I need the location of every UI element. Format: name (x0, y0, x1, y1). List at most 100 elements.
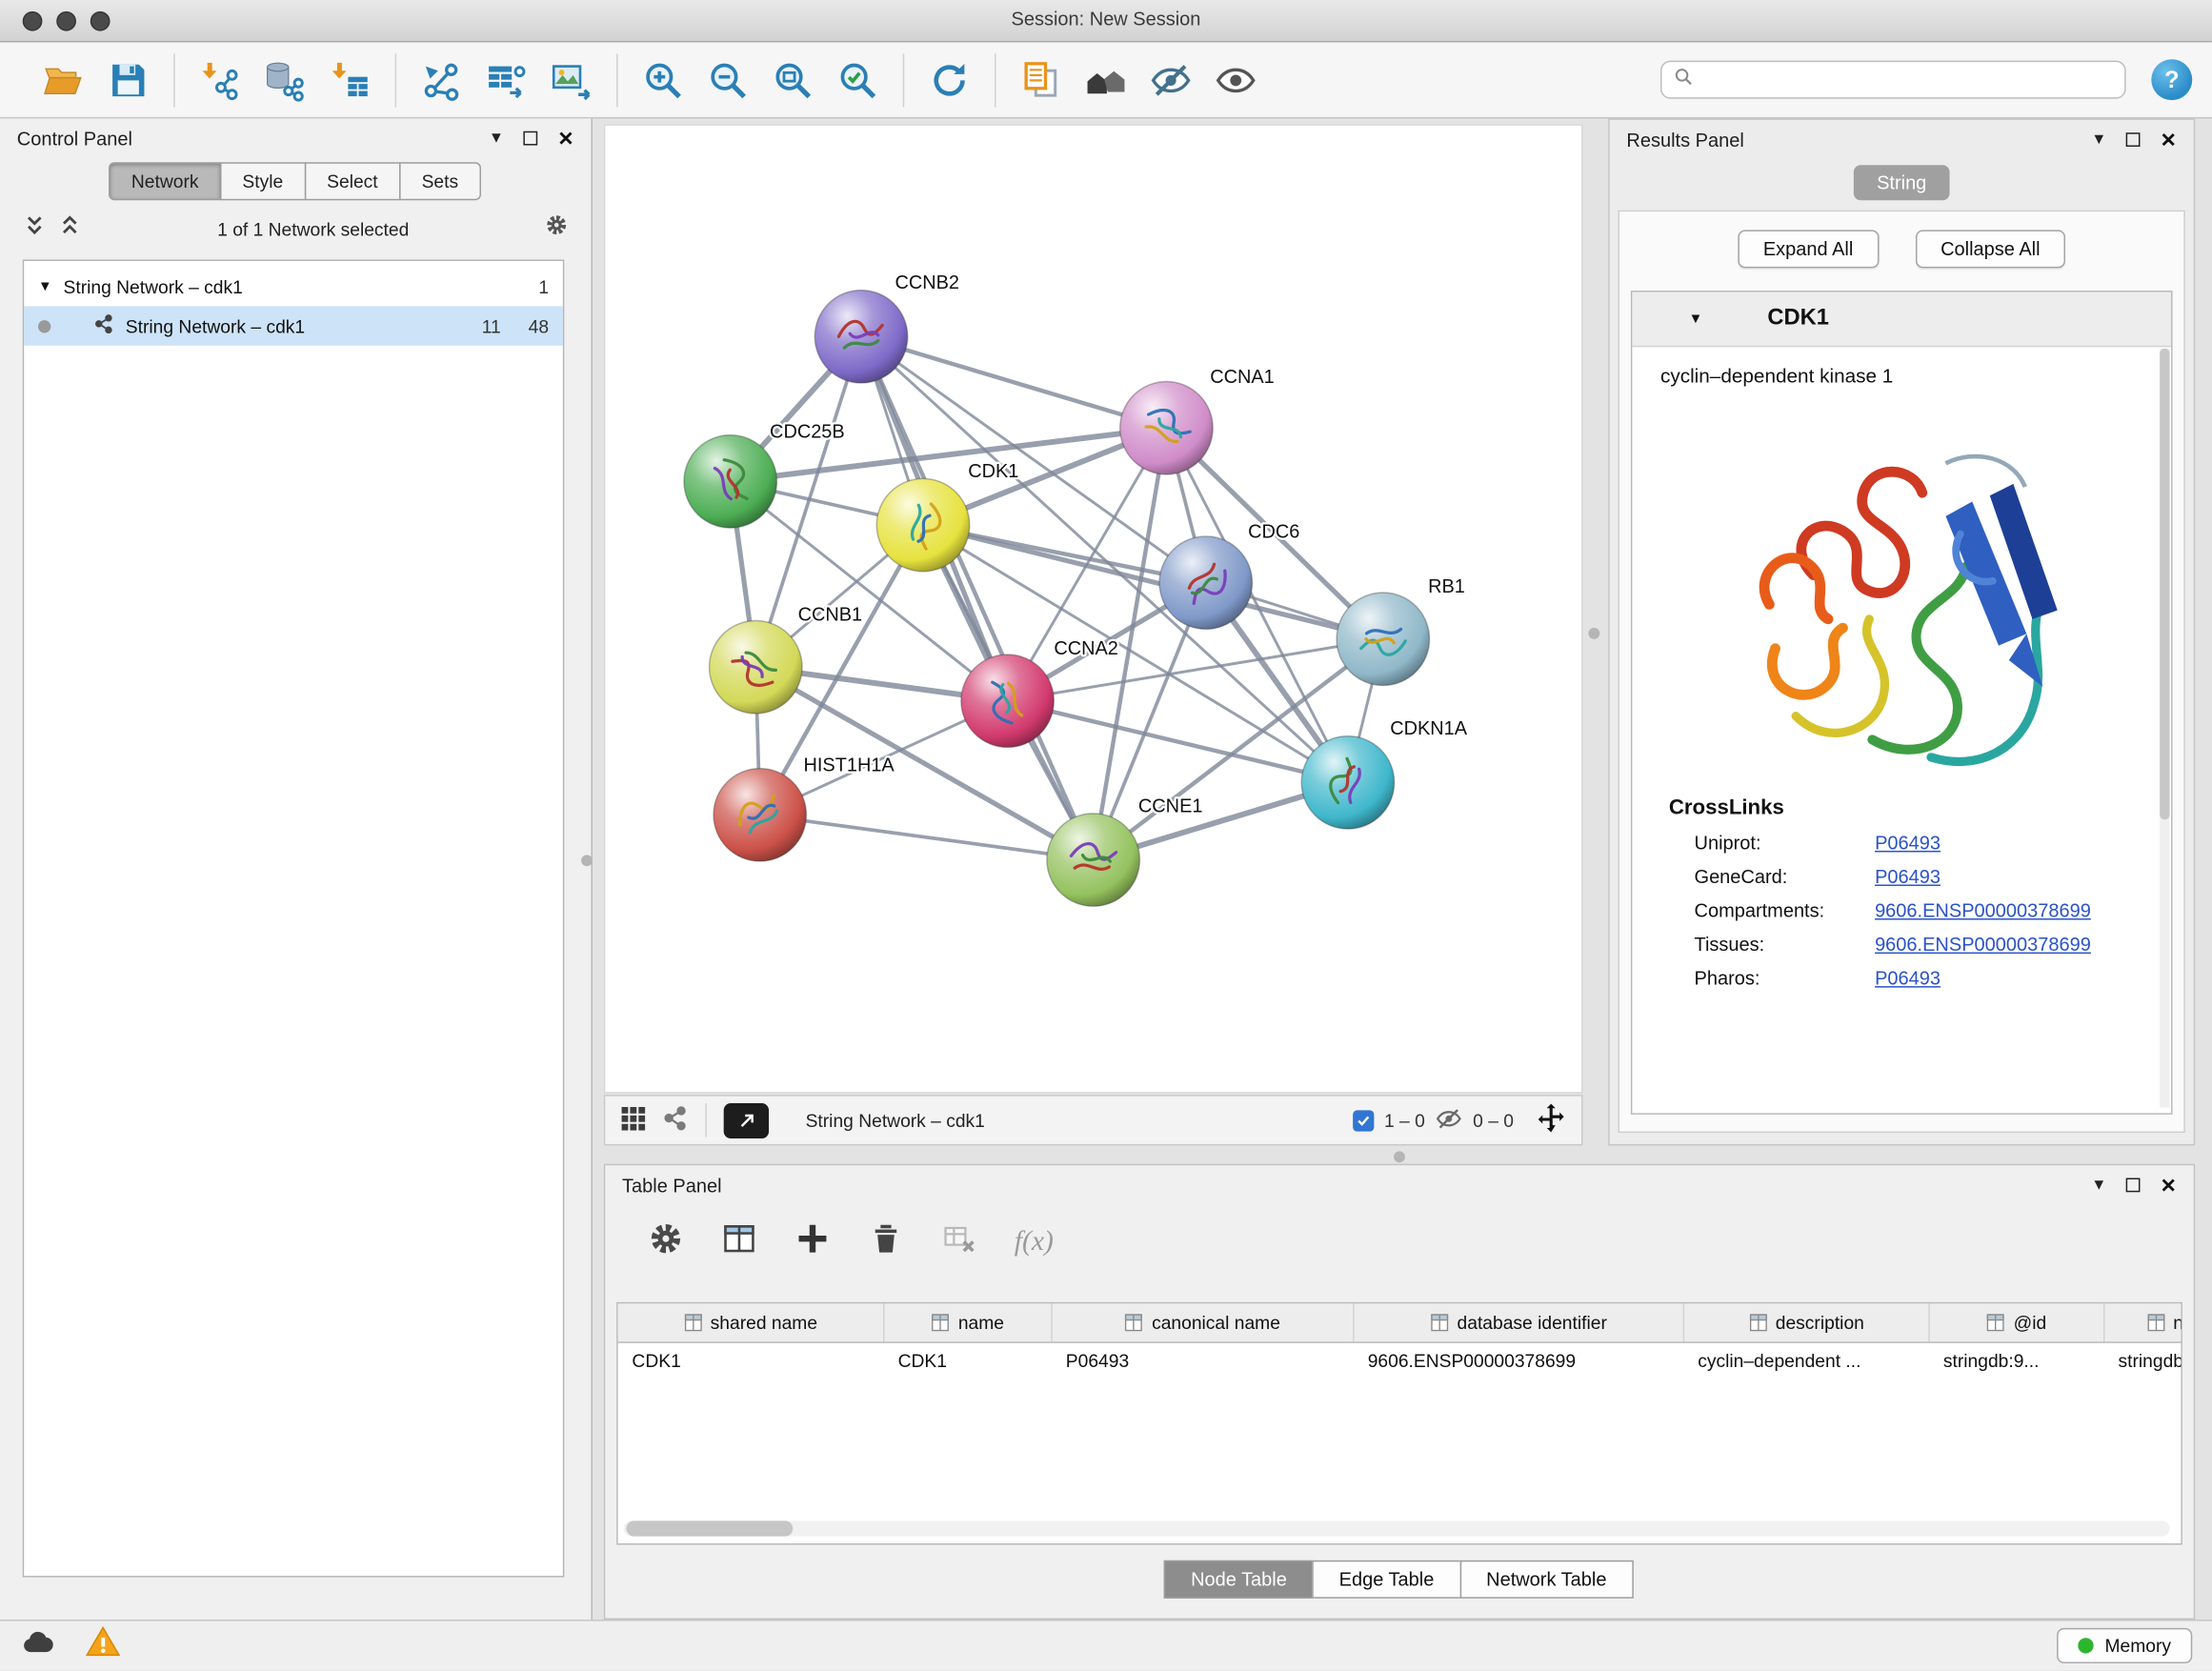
panel-float-icon[interactable] (2126, 132, 2141, 147)
memory-button[interactable]: Memory (2057, 1628, 2192, 1663)
tree-expander-icon[interactable]: ▼ (38, 278, 52, 293)
table-cell[interactable]: 9606.ENSP00000378699 (1354, 1342, 1684, 1379)
cloud-icon[interactable] (20, 1623, 57, 1667)
network-table-button[interactable] (474, 50, 539, 110)
column-header-canonical-name[interactable]: canonical name (1052, 1303, 1354, 1342)
tab-network-table[interactable]: Network Table (1459, 1560, 1634, 1599)
network-node-cdc25b[interactable]: CDC25B (684, 422, 845, 528)
tab-edge-table[interactable]: Edge Table (1313, 1560, 1461, 1599)
collapse-all-button[interactable]: Collapse All (1915, 230, 2065, 268)
save-session-button[interactable] (96, 50, 161, 110)
crosslink-link[interactable]: P06493 (1875, 833, 1941, 854)
help-button[interactable]: ? (2151, 59, 2192, 100)
apply-layout-button[interactable] (917, 50, 982, 110)
delete-column-icon[interactable] (868, 1219, 905, 1263)
new-network-button[interactable] (409, 50, 473, 110)
function-builder-icon[interactable]: f(x) (1015, 1225, 1054, 1258)
network-node-hist1h1a[interactable]: HIST1H1A (714, 755, 895, 861)
select-columns-icon[interactable] (721, 1219, 758, 1263)
search-input[interactable] (1702, 68, 2113, 91)
gear-icon[interactable] (545, 213, 569, 245)
copy-document-button[interactable] (1009, 50, 1074, 110)
zoom-selected-button[interactable] (825, 50, 890, 110)
panel-float-icon[interactable] (524, 131, 538, 146)
table-cell[interactable]: stringdb:9... (1929, 1342, 2104, 1379)
table-cell[interactable]: cyclin–dependent ... (1683, 1342, 1929, 1379)
panel-collapse-icon[interactable]: ▼ (2091, 131, 2106, 147)
network-row[interactable]: String Network – cdk1 11 48 (24, 306, 563, 345)
tab-sets[interactable]: Sets (399, 162, 481, 200)
table-cell[interactable]: CDK1 (884, 1342, 1052, 1379)
tab-style[interactable]: Style (220, 162, 306, 200)
pan-tool-icon[interactable] (1535, 1102, 1567, 1139)
horizontal-splitter-handle[interactable] (1394, 1151, 1405, 1162)
table-cell[interactable]: P06493 (1052, 1342, 1354, 1379)
birdseye-view-icon[interactable] (619, 1104, 648, 1137)
hidden-eye-icon[interactable] (1435, 1104, 1463, 1137)
network-node-cdkn1a[interactable]: CDKN1A (1301, 718, 1468, 829)
network-node-ccnb1[interactable]: CCNB1 (710, 605, 863, 714)
table-horizontal-scrollbar[interactable] (624, 1520, 2170, 1536)
hide-selected-button[interactable] (1138, 50, 1203, 110)
selected-checkbox-icon[interactable] (1353, 1110, 1374, 1131)
tab-select[interactable]: Select (304, 162, 400, 200)
tab-string[interactable]: String (1854, 165, 1949, 200)
network-share-icon[interactable] (662, 1105, 689, 1137)
column-header-database-identifier[interactable]: database identifier (1354, 1303, 1684, 1342)
panel-collapse-icon[interactable]: ▼ (2091, 1178, 2106, 1193)
results-scrollbar[interactable] (2160, 349, 2169, 1108)
column-header-shared-name[interactable]: shared name (618, 1303, 884, 1342)
column-header-description[interactable]: description (1683, 1303, 1929, 1342)
section-expander-icon[interactable]: ▼ (1689, 312, 1703, 327)
table-row[interactable]: CDK1CDK1P064939606.ENSP00000378699cyclin… (618, 1342, 2182, 1379)
table-cell[interactable]: stringdb (2104, 1342, 2182, 1379)
table-panel-title: Table Panel (622, 1175, 721, 1196)
column-header-namespac[interactable]: namespac (2104, 1303, 2182, 1342)
import-network-database-button[interactable] (252, 50, 317, 110)
create-column-icon[interactable] (794, 1219, 832, 1263)
show-all-button[interactable] (1203, 50, 1268, 110)
tab-node-table[interactable]: Node Table (1164, 1560, 1314, 1599)
panel-close-icon[interactable]: ✕ (557, 129, 573, 149)
zoom-fit-button[interactable] (760, 50, 825, 110)
network-collection-row[interactable]: ▼ String Network – cdk1 1 (24, 267, 563, 306)
panel-close-icon[interactable]: ✕ (2161, 1176, 2177, 1196)
gene-section-header[interactable]: ▼ CDK1 (1632, 292, 2171, 348)
network-node-ccnb2[interactable]: CCNB2 (814, 272, 959, 383)
import-table-button[interactable] (317, 50, 382, 110)
network-canvas-container[interactable]: CCNB2CCNA1CDC25BCDK1CDC6RB1CCNB1CCNA2CDK… (604, 124, 1583, 1093)
crosslink-link[interactable]: 9606.ENSP00000378699 (1875, 900, 2091, 921)
table-settings-gear-icon[interactable] (648, 1219, 685, 1263)
panel-collapse-icon[interactable]: ▼ (489, 131, 504, 146)
network-node-cdk1[interactable]: CDK1 (876, 461, 1018, 572)
column-header--id[interactable]: @id (1929, 1303, 2104, 1342)
network-node-ccna1[interactable]: CCNA1 (1120, 367, 1275, 474)
crosslink-link[interactable]: P06493 (1875, 968, 1941, 989)
expand-all-tree-icon[interactable] (23, 213, 47, 245)
network-edges[interactable] (731, 336, 1383, 859)
collapse-all-tree-icon[interactable] (58, 213, 82, 245)
open-in-new-icon[interactable] (724, 1102, 769, 1137)
right-splitter-handle[interactable] (1588, 628, 1599, 639)
export-image-button[interactable] (539, 50, 604, 110)
left-splitter-handle[interactable] (581, 855, 593, 866)
tab-network[interactable]: Network (109, 162, 221, 200)
warning-icon[interactable] (85, 1623, 122, 1667)
expand-all-button[interactable]: Expand All (1738, 230, 1879, 268)
open-session-button[interactable] (31, 50, 96, 110)
delete-table-icon (941, 1219, 978, 1263)
home-button[interactable] (1074, 50, 1138, 110)
panel-close-icon[interactable]: ✕ (2161, 130, 2177, 150)
crosslinks-list: Uniprot:P06493GeneCard:P06493Compartment… (1632, 833, 2171, 989)
table-cell[interactable]: CDK1 (618, 1342, 884, 1379)
column-header-name[interactable]: name (884, 1303, 1052, 1342)
crosslink-link[interactable]: 9606.ENSP00000378699 (1875, 934, 2091, 955)
panel-float-icon[interactable] (2126, 1178, 2141, 1193)
zoom-out-button[interactable] (695, 50, 760, 110)
import-network-file-button[interactable] (188, 50, 252, 110)
node-label-ccne1: CCNE1 (1138, 795, 1203, 816)
network-node-rb1[interactable]: RB1 (1337, 576, 1465, 685)
zoom-in-button[interactable] (631, 50, 695, 110)
search-box[interactable] (1660, 61, 2126, 99)
crosslink-link[interactable]: P06493 (1875, 866, 1941, 887)
